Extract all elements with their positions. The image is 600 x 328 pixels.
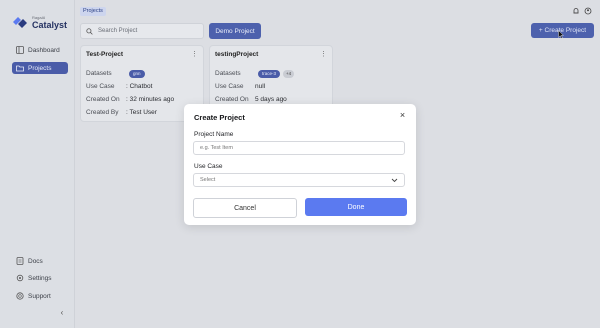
card-row-usecase: Use Case: Chatbot [86, 83, 153, 90]
brand-logo[interactable]: RagaAI Catalyst [12, 14, 67, 30]
done-button[interactable]: Done [305, 198, 407, 216]
more-options-icon[interactable]: ⋮ [191, 50, 198, 58]
card-row-created-on: Created On 5 days ago [215, 96, 287, 103]
sidebar-item-support[interactable]: Support [12, 290, 68, 302]
cancel-button[interactable]: Cancel [193, 198, 297, 218]
create-project-dialog: Create Project × Project Name e.g. Test … [184, 104, 416, 225]
search-placeholder: Search Project [98, 28, 138, 34]
project-name-placeholder: e.g. Test Item [200, 145, 233, 151]
sidebar-item-docs[interactable]: Docs [12, 255, 68, 267]
sidebar-item-dashboard[interactable]: Dashboard [12, 44, 68, 56]
search-icon [86, 27, 93, 35]
bell-icon[interactable] [572, 7, 580, 15]
sidebar-item-projects[interactable]: Projects [12, 62, 68, 74]
sidebar-item-label: Projects [28, 64, 52, 72]
sidebar-item-label: Settings [28, 274, 52, 282]
dataset-chip[interactable]: trace-3 [258, 70, 281, 78]
use-case-value: Select [200, 177, 216, 183]
sidebar-item-label: Docs [28, 257, 43, 265]
demo-project-button[interactable]: Demo Project [209, 23, 261, 39]
docs-icon [16, 257, 24, 265]
more-datasets-badge[interactable]: +4 [283, 70, 295, 78]
more-options-icon[interactable]: ⋮ [320, 50, 327, 58]
dialog-title: Create Project [194, 113, 245, 122]
sidebar-item-settings[interactable]: Settings [12, 272, 68, 284]
card-row-datasets: Datasets trace-3 +4 [215, 70, 330, 78]
collapse-sidebar-button[interactable]: ‹ [56, 306, 68, 318]
mouse-cursor-icon [558, 30, 564, 39]
support-icon [16, 292, 24, 300]
folder-icon [16, 65, 24, 72]
dashboard-icon [16, 46, 24, 54]
gear-icon [16, 274, 24, 282]
search-input[interactable]: Search Project [80, 23, 204, 39]
sidebar-item-label: Support [28, 292, 51, 300]
project-name-label: Project Name [194, 131, 234, 138]
sidebar: RagaAI Catalyst Dashboard Projects Docs … [0, 0, 75, 328]
chevron-down-icon [391, 178, 398, 182]
dataset-chip[interactable]: gnn [129, 70, 145, 78]
breadcrumb[interactable]: Projects [80, 7, 106, 16]
sidebar-item-label: Dashboard [28, 46, 60, 54]
card-row-datasets: Datasets gnn [86, 70, 201, 78]
brand-line2: Catalyst [32, 20, 68, 30]
catalyst-logo-icon [12, 15, 28, 29]
project-title: testingProject [215, 51, 259, 58]
project-name-field[interactable]: e.g. Test Item [193, 141, 405, 155]
project-title: Test-Project [86, 51, 124, 58]
card-row-created-on: Created On: 32 minutes ago [86, 96, 175, 103]
close-icon[interactable]: × [398, 111, 407, 120]
card-row-usecase: Use Case null [215, 83, 266, 90]
use-case-select[interactable]: Select [193, 173, 405, 187]
use-case-label: Use Case [194, 163, 223, 170]
user-settings-icon[interactable] [584, 7, 592, 15]
